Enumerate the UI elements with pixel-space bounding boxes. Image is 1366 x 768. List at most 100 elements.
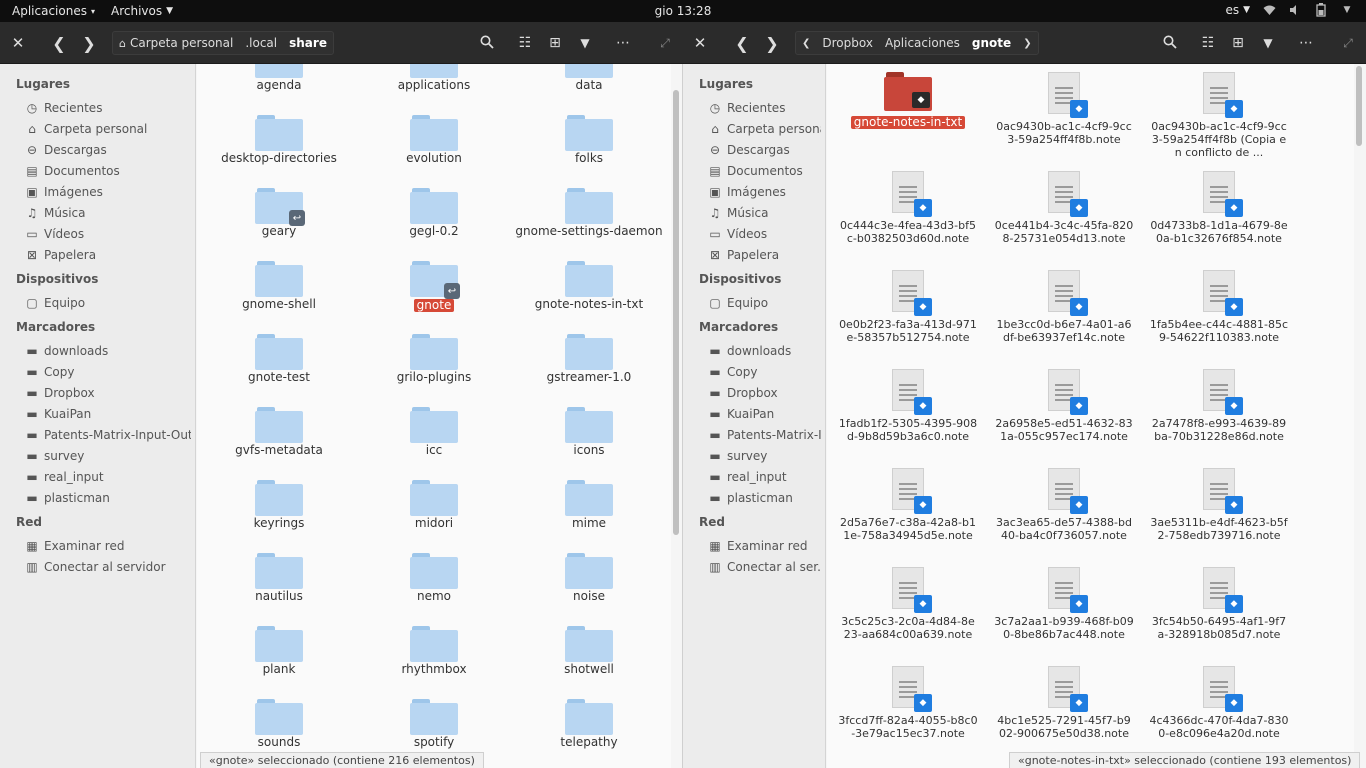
sidebar-item-documentos[interactable]: ▤ Documentos bbox=[709, 164, 821, 178]
folder-item[interactable]: folks bbox=[514, 115, 664, 165]
menu-button[interactable]: ⋯ bbox=[610, 31, 636, 55]
sidebar-item-real-input[interactable]: ▬ real_input bbox=[709, 470, 821, 484]
folder-item[interactable]: keyrings bbox=[204, 480, 354, 530]
sidebar-item-kuaipan[interactable]: ▬ KuaiPan bbox=[26, 407, 191, 421]
note-file-item[interactable]: ◆ 1fa5b4ee-c44c-4881-85c9-54622f110383.no… bbox=[1144, 270, 1294, 344]
folder-item[interactable]: shotwell bbox=[514, 626, 664, 676]
sidebar-item-im-genes[interactable]: ▣ Imágenes bbox=[709, 185, 821, 199]
close-pane-button[interactable]: ✕ bbox=[687, 31, 713, 55]
folder-item[interactable]: mime bbox=[514, 480, 664, 530]
folder-item[interactable]: sounds bbox=[204, 699, 354, 749]
folder-item[interactable]: ↩ geary bbox=[204, 188, 354, 238]
sidebar-item-v-deos[interactable]: ▭ Vídeos bbox=[709, 227, 821, 241]
power-icon[interactable]: ▼ bbox=[1340, 3, 1354, 17]
note-file-item[interactable]: ◆ 0ce441b4-3c4c-45fa-8208-25731e054d13.no… bbox=[989, 171, 1139, 245]
sidebar-item-dropbox[interactable]: ▬ Dropbox bbox=[709, 386, 821, 400]
sidebar-item-conectar-al-servidor[interactable]: ▥ Conectar al servidor bbox=[26, 560, 191, 574]
sidebar-item-real-input[interactable]: ▬ real_input bbox=[26, 470, 191, 484]
sidebar-item-patents-matrix-i[interactable]: ▬ Patents-Matrix-I... bbox=[709, 428, 821, 442]
sidebar-item-m-sica[interactable]: ♫ Música bbox=[26, 206, 191, 220]
back-button[interactable]: ❮ bbox=[46, 31, 72, 55]
list-view-button[interactable]: ☷ bbox=[1195, 31, 1221, 55]
search-button[interactable] bbox=[474, 31, 500, 55]
applications-menu[interactable]: Aplicaciones ▾ bbox=[12, 4, 95, 18]
folder-item[interactable]: gegl-0.2 bbox=[359, 188, 509, 238]
sidebar-item-plasticman[interactable]: ▬ plasticman bbox=[709, 491, 821, 505]
sidebar-item-survey[interactable]: ▬ survey bbox=[26, 449, 191, 463]
note-file-item[interactable]: ◆ 4c4366dc-470f-4da7-8300-e8c096e4a20d.no… bbox=[1144, 666, 1294, 740]
sidebar-item-examinar-red[interactable]: ▦ Examinar red bbox=[709, 539, 821, 553]
back-button[interactable]: ❮ bbox=[729, 31, 755, 55]
note-file-item[interactable]: ◆ 3ac3ea65-de57-4388-bd40-ba4c0f736057.no… bbox=[989, 468, 1139, 542]
note-file-item[interactable]: ◆ 3c5c25c3-2c0a-4d84-8e23-aa684c00a639.no… bbox=[833, 567, 983, 641]
folder-item[interactable]: rhythmbox bbox=[359, 626, 509, 676]
note-file-item[interactable]: ◆ 0d4733b8-1d1a-4679-8e0a-b1c32676f854.no… bbox=[1144, 171, 1294, 245]
sidebar-item-dropbox[interactable]: ▬ Dropbox bbox=[26, 386, 191, 400]
note-file-item[interactable]: ◆ 3fc54b50-6495-4af1-9f7a-328918b085d7.no… bbox=[1144, 567, 1294, 641]
pane-divider[interactable] bbox=[682, 64, 683, 768]
sidebar-item-papelera[interactable]: ⊠ Papelera bbox=[26, 248, 191, 262]
folder-item[interactable]: applications bbox=[359, 64, 509, 92]
folder-item[interactable]: ↩ gnote bbox=[359, 261, 509, 312]
folder-item[interactable]: gnome-shell bbox=[204, 261, 354, 311]
close-pane-button[interactable]: ✕ bbox=[5, 31, 31, 55]
grid-view-button[interactable]: ⊞ bbox=[1225, 31, 1251, 55]
menu-button[interactable]: ⋯ bbox=[1293, 31, 1319, 55]
folder-item[interactable]: gnote-notes-in-txt bbox=[514, 261, 664, 311]
folder-item[interactable]: nemo bbox=[359, 553, 509, 603]
sidebar-item-equipo[interactable]: ▢ Equipo bbox=[26, 296, 191, 310]
keyboard-layout[interactable]: es ▼ bbox=[1225, 3, 1250, 17]
note-file-item[interactable]: ◆ 1be3cc0d-b6e7-4a01-a6df-be63937ef14c.no… bbox=[989, 270, 1139, 344]
folder-item[interactable]: ◆ gnote-notes-in-txt bbox=[833, 72, 983, 129]
clock[interactable]: gio 13:28 bbox=[655, 4, 712, 18]
folder-item[interactable]: nautilus bbox=[204, 553, 354, 603]
folder-item[interactable]: icc bbox=[359, 407, 509, 457]
folder-item[interactable]: gvfs-metadata bbox=[204, 407, 354, 457]
grid-view-button[interactable]: ⊞ bbox=[542, 31, 568, 55]
forward-button[interactable]: ❯ bbox=[76, 31, 102, 55]
sidebar-item-equipo[interactable]: ▢ Equipo bbox=[709, 296, 821, 310]
sidebar-item-conectar-al-ser[interactable]: ▥ Conectar al ser... bbox=[709, 560, 821, 574]
note-file-item[interactable]: ◆ 0ac9430b-ac1c-4cf9-9cc3-59a254ff4f8b (C… bbox=[1144, 72, 1294, 159]
breadcrumb-home[interactable]: ⌂ Carpeta personal bbox=[113, 32, 239, 54]
wifi-icon[interactable] bbox=[1262, 3, 1276, 17]
breadcrumb-dropbox[interactable]: Dropbox bbox=[816, 32, 879, 54]
sidebar-item-documentos[interactable]: ▤ Documentos bbox=[26, 164, 191, 178]
folder-item[interactable]: desktop-directories bbox=[204, 115, 354, 165]
sidebar-item-im-genes[interactable]: ▣ Imágenes bbox=[26, 185, 191, 199]
view-options-button[interactable]: ▼ bbox=[572, 31, 598, 55]
folder-item[interactable]: spotify bbox=[359, 699, 509, 749]
forward-button[interactable]: ❯ bbox=[759, 31, 785, 55]
sidebar-item-examinar-red[interactable]: ▦ Examinar red bbox=[26, 539, 191, 553]
folder-item[interactable]: icons bbox=[514, 407, 664, 457]
search-button[interactable] bbox=[1157, 31, 1183, 55]
sidebar-item-m-sica[interactable]: ♫ Música bbox=[709, 206, 821, 220]
breadcrumb-gnote[interactable]: gnote bbox=[966, 32, 1017, 54]
breadcrumb-aplicaciones[interactable]: Aplicaciones bbox=[879, 32, 966, 54]
note-file-item[interactable]: ◆ 2a7478f8-e993-4639-89ba-70b31228e86d.no… bbox=[1144, 369, 1294, 443]
folder-item[interactable]: grilo-plugins bbox=[359, 334, 509, 384]
files-menu[interactable]: Archivos ▼ bbox=[111, 4, 173, 18]
note-file-item[interactable]: ◆ 1fadb1f2-5305-4395-908d-9b8d59b3a6c0.no… bbox=[833, 369, 983, 443]
note-file-item[interactable]: ◆ 4bc1e525-7291-45f7-b902-900675e50d38.no… bbox=[989, 666, 1139, 740]
folder-item[interactable]: noise bbox=[514, 553, 664, 603]
list-view-button[interactable]: ☷ bbox=[512, 31, 538, 55]
sidebar-item-descargas[interactable]: ⊖ Descargas bbox=[26, 143, 191, 157]
maximize-button[interactable]: ⤢ bbox=[1335, 31, 1361, 55]
note-file-item[interactable]: ◆ 2d5a76e7-c38a-42a8-b11e-758a34945d5e.no… bbox=[833, 468, 983, 542]
sidebar-item-papelera[interactable]: ⊠ Papelera bbox=[709, 248, 821, 262]
note-file-item[interactable]: ◆ 3c7a2aa1-b939-468f-b090-8be86b7ac448.no… bbox=[989, 567, 1139, 641]
folder-item[interactable]: gstreamer-1.0 bbox=[514, 334, 664, 384]
sidebar-item-copy[interactable]: ▬ Copy bbox=[26, 365, 191, 379]
folder-item[interactable]: telepathy bbox=[514, 699, 664, 749]
sidebar-item-plasticman[interactable]: ▬ plasticman bbox=[26, 491, 191, 505]
breadcrumb-share[interactable]: share bbox=[283, 32, 333, 54]
sidebar-item-kuaipan[interactable]: ▬ KuaiPan bbox=[709, 407, 821, 421]
folder-item[interactable]: midori bbox=[359, 480, 509, 530]
breadcrumb-scroll-left[interactable]: ❮ bbox=[796, 32, 816, 54]
sidebar-item-descargas[interactable]: ⊖ Descargas bbox=[709, 143, 821, 157]
sidebar-item-v-deos[interactable]: ▭ Vídeos bbox=[26, 227, 191, 241]
sidebar-item-downloads[interactable]: ▬ downloads bbox=[709, 344, 821, 358]
folder-item[interactable]: gnote-test bbox=[204, 334, 354, 384]
volume-icon[interactable] bbox=[1288, 3, 1302, 17]
